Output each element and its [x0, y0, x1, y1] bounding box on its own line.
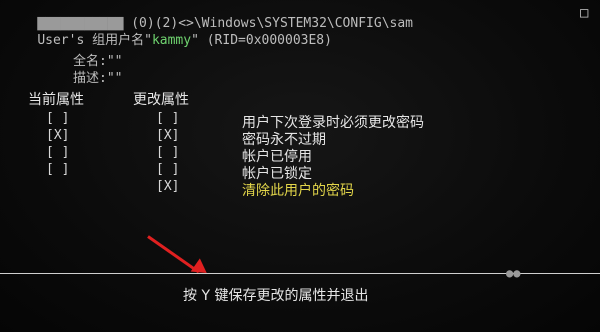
row1-current-checkbox: [ ] [46, 111, 70, 126]
row1-label: 用户下次登录时必须更改密码 [242, 115, 424, 131]
row2-current-checkbox: [X] [46, 128, 70, 143]
user-prefix: User's 组用户名" [37, 33, 152, 48]
comment-field: 描述:"" [73, 71, 123, 86]
fullname-field: 全名:"" [73, 54, 123, 69]
cursor-dots: ●● [506, 266, 521, 280]
user-line: User's 组用户名"kammy" (RID=0x000003E8) [6, 20, 332, 62]
username-value: kammy [151, 33, 192, 48]
console-screen: ▇▇▇▇▇▇▇▇▇▇▇ (0)(2)<>\Windows\SYSTEM32\CO… [0, 0, 600, 332]
row3-change-checkbox[interactable]: [ ] [156, 146, 179, 160]
row4-label: 帐户已锁定 [242, 166, 312, 182]
row2-label: 密码永不过期 [242, 132, 326, 148]
change-attr-header: 更改属性 [133, 92, 189, 108]
row3-label: 帐户已停用 [242, 149, 312, 165]
row2-change-checkbox[interactable]: [X] [156, 129, 179, 143]
row4-current-checkbox: [ ] [46, 162, 70, 177]
row4-change-checkbox[interactable]: [ ] [156, 163, 179, 177]
annotation-arrow-head [190, 258, 212, 280]
row5-label: 清除此用户的密码 [242, 183, 354, 199]
row5-change-checkbox[interactable]: [X] [156, 180, 179, 194]
rid-text: " (RID=0x000003E8) [191, 33, 332, 48]
save-exit-prompt: 按 Y 键保存更改的属性并退出 [183, 288, 369, 304]
row1-change-checkbox[interactable]: [ ] [156, 112, 179, 126]
close-icon[interactable]: □ [580, 5, 588, 21]
current-attr-header: 当前属性 [28, 92, 84, 108]
row3-current-checkbox: [ ] [46, 145, 70, 160]
